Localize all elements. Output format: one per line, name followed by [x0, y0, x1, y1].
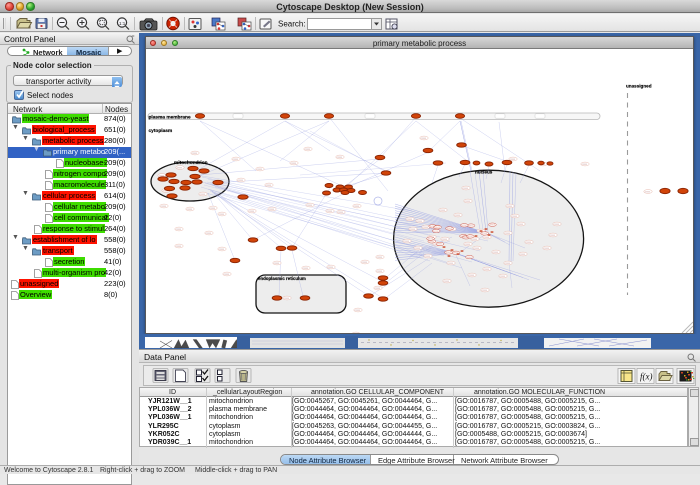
- svg-text:1:1: 1:1: [119, 21, 126, 26]
- svg-text:#####: #####: [512, 216, 518, 218]
- svg-text:#####: #####: [187, 209, 193, 211]
- svg-text:#####: #####: [375, 288, 381, 290]
- svg-text:#####: #####: [645, 191, 651, 193]
- svg-text:#####: #####: [354, 206, 360, 208]
- svg-text:#####: #####: [434, 227, 440, 229]
- svg-text:#####: #####: [210, 208, 216, 210]
- svg-text:cytoplasm: cytoplasm: [149, 128, 173, 134]
- svg-text:#####: #####: [161, 206, 167, 208]
- svg-text:#####: #####: [327, 211, 333, 213]
- svg-text:#####: #####: [500, 276, 506, 278]
- svg-text:#####: #####: [257, 169, 263, 171]
- svg-text:#####: #####: [484, 269, 490, 271]
- svg-text:endoplasmic reticulum: endoplasmic reticulum: [258, 276, 306, 281]
- svg-text:#####: #####: [362, 262, 368, 264]
- svg-text:#####: #####: [328, 267, 334, 269]
- svg-text:Search:: Search:: [278, 20, 306, 29]
- svg-text:#####: #####: [177, 167, 183, 169]
- svg-text:#####: #####: [291, 163, 297, 165]
- svg-text:nucleus: nucleus: [475, 170, 493, 175]
- svg-text:#####: #####: [455, 215, 461, 217]
- svg-text:#####: #####: [200, 194, 206, 196]
- svg-text:#####: #####: [425, 256, 431, 258]
- svg-text:#####: #####: [467, 236, 473, 238]
- svg-text:#####: #####: [507, 206, 513, 208]
- svg-text:#####: #####: [550, 235, 556, 237]
- svg-text:#####: #####: [415, 248, 421, 250]
- svg-text:#####: #####: [544, 248, 550, 250]
- svg-text:#####: #####: [307, 205, 313, 207]
- svg-text:#####: #####: [469, 275, 475, 277]
- svg-text:#####: #####: [377, 257, 383, 259]
- svg-text:#####: #####: [482, 290, 488, 292]
- svg-text:#####: #####: [461, 225, 467, 227]
- svg-text:#####: #####: [303, 268, 309, 270]
- svg-text:#####: #####: [238, 180, 244, 182]
- svg-text:#####: #####: [465, 244, 471, 246]
- svg-text:#####: #####: [472, 239, 478, 241]
- svg-text:#####: #####: [429, 241, 435, 243]
- svg-text:#####: #####: [192, 153, 198, 155]
- svg-text:#####: #####: [505, 263, 511, 265]
- svg-text:#####: #####: [465, 201, 471, 203]
- svg-text:#####: #####: [440, 210, 446, 212]
- svg-text:#####: #####: [526, 242, 532, 244]
- svg-text:#####: #####: [484, 237, 490, 239]
- svg-text:#####: #####: [206, 233, 212, 235]
- svg-text:#####: #####: [482, 233, 488, 235]
- svg-text:#####: #####: [493, 252, 499, 254]
- svg-text:#####: #####: [355, 310, 361, 312]
- svg-text:#####: #####: [410, 229, 416, 231]
- svg-text:mitochondrion: mitochondrion: [174, 160, 208, 166]
- svg-text:#####: #####: [417, 221, 423, 223]
- svg-text:unassigned: unassigned: [626, 84, 652, 89]
- svg-text:#####: #####: [518, 224, 524, 226]
- svg-text:#####: #####: [266, 185, 272, 187]
- svg-text:#####: #####: [444, 281, 450, 283]
- svg-text:#####: #####: [466, 257, 472, 259]
- svg-text:#####: #####: [433, 231, 439, 233]
- svg-text:#####: #####: [554, 224, 560, 226]
- svg-text:#####: #####: [520, 254, 526, 256]
- svg-text:#####: #####: [224, 274, 230, 276]
- svg-text:#####: #####: [269, 209, 275, 211]
- svg-text:#####: #####: [305, 149, 311, 151]
- svg-text:#####: #####: [421, 138, 427, 140]
- svg-text:#####: #####: [233, 159, 239, 161]
- svg-text:#####: #####: [338, 212, 344, 214]
- svg-text:#####: #####: [377, 271, 383, 273]
- svg-text:#####: #####: [463, 188, 469, 190]
- svg-text:#####: #####: [404, 241, 410, 243]
- svg-text:#####: #####: [489, 225, 495, 227]
- svg-text:#####: #####: [176, 229, 182, 231]
- svg-text:#####: #####: [423, 227, 429, 229]
- svg-text:#####: #####: [219, 214, 225, 216]
- svg-text:#####: #####: [284, 298, 290, 300]
- svg-text:#####: #####: [474, 248, 480, 250]
- svg-text:#####: #####: [176, 246, 182, 248]
- svg-text:#####: #####: [427, 238, 433, 240]
- svg-text:#####: #####: [219, 249, 225, 251]
- svg-text:#####: #####: [505, 233, 511, 235]
- svg-text:#####: #####: [337, 157, 343, 159]
- svg-text:#####: #####: [249, 211, 255, 213]
- svg-text:#####: #####: [448, 263, 454, 265]
- svg-text:#####: #####: [582, 164, 588, 166]
- svg-text:#####: #####: [446, 228, 452, 230]
- svg-text:#####: #####: [442, 239, 448, 241]
- svg-text:#####: #####: [274, 263, 280, 265]
- svg-text:#####: #####: [468, 225, 474, 227]
- svg-text:#####: #####: [407, 219, 413, 221]
- svg-text:#####: #####: [437, 244, 443, 246]
- svg-text:plasma membrane: plasma membrane: [149, 115, 191, 121]
- svg-text:f(x): f(x): [640, 372, 653, 382]
- svg-text:#####: #####: [445, 252, 451, 254]
